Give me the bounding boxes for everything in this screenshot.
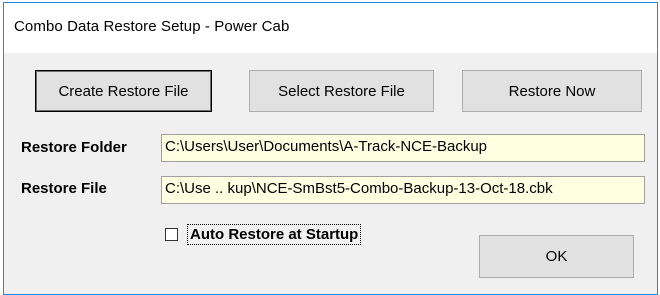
restore-folder-label: Restore Folder [21, 139, 127, 156]
select-restore-file-button[interactable]: Select Restore File [249, 70, 434, 112]
restore-now-button[interactable]: Restore Now [462, 70, 642, 112]
auto-restore-checkbox[interactable] [165, 227, 178, 241]
title-bar[interactable]: Combo Data Restore Setup - Power Cab [4, 3, 657, 53]
restore-file-field[interactable]: C:\Use .. kup\NCE-SmBst5-Combo-Backup-13… [161, 176, 645, 204]
restore-folder-field[interactable]: C:\Users\User\Documents\A-Track-NCE-Back… [161, 134, 645, 162]
auto-restore-label[interactable]: Auto Restore at Startup [187, 223, 362, 245]
restore-setup-window: Combo Data Restore Setup - Power Cab Cre… [3, 2, 658, 295]
create-restore-file-button[interactable]: Create Restore File [35, 70, 212, 112]
ok-button[interactable]: OK [479, 235, 634, 278]
restore-file-label: Restore File [21, 180, 107, 197]
window-title: Combo Data Restore Setup - Power Cab [14, 18, 290, 35]
auto-restore-option[interactable]: Auto Restore at Startup [165, 223, 362, 245]
